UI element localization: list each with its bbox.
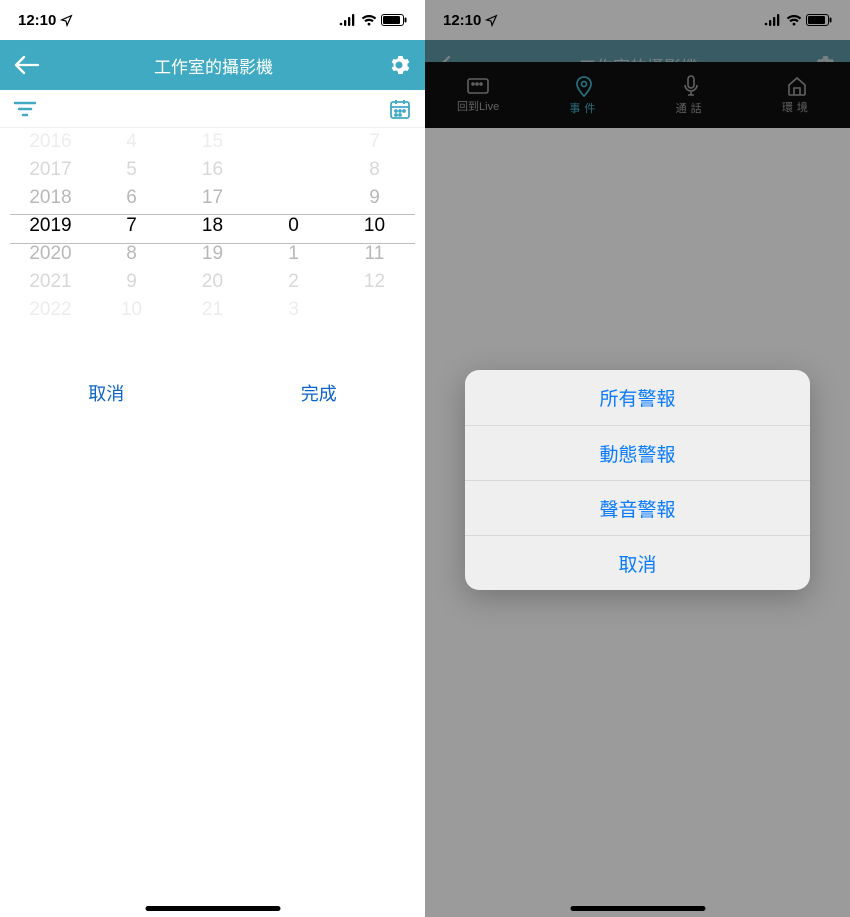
picker-cell (253, 184, 334, 212)
picker-cell: 1 (253, 240, 334, 268)
picker-cell: 9 (334, 184, 415, 212)
picker-cell: 12 (334, 268, 415, 296)
action-sheet-option[interactable]: 動態警報 (465, 425, 810, 480)
picker-cell: 2020 (10, 240, 91, 268)
gear-icon[interactable] (387, 53, 411, 77)
picker-cell: 17 (172, 184, 253, 212)
page-title: 工作室的攝影機 (40, 53, 387, 78)
picker-col-minute[interactable]: 789101112 (334, 128, 415, 330)
picker-cell: 21 (172, 296, 253, 324)
signal-icon (339, 14, 357, 26)
wifi-icon (361, 14, 377, 26)
picker-cell (253, 156, 334, 184)
picker-cell: 10 (91, 296, 172, 324)
home-indicator[interactable] (145, 906, 280, 911)
picker-cell: 8 (91, 240, 172, 268)
picker-cell: 6 (91, 184, 172, 212)
picker-cell: 15 (172, 128, 253, 156)
picker-cell: 3 (253, 296, 334, 324)
phone-left: 12:10 工作室的攝影機 20162017201820192020202120… (0, 0, 425, 917)
action-sheet-option[interactable]: 所有警報 (465, 370, 810, 425)
picker-cell: 4 (91, 128, 172, 156)
picker-cell (253, 128, 334, 156)
picker-col-year[interactable]: 2016201720182019202020212022 (10, 128, 91, 330)
picker-cell: 7 (91, 212, 172, 240)
filter-icon[interactable] (14, 100, 36, 118)
status-bar: 12:10 (0, 0, 425, 40)
cancel-button[interactable]: 取消 (88, 380, 124, 406)
location-icon (60, 14, 73, 27)
picker-cell: 2019 (10, 212, 91, 240)
nav-header: 工作室的攝影機 (0, 40, 425, 90)
picker-cell: 2021 (10, 268, 91, 296)
picker-cell: 20 (172, 268, 253, 296)
calendar-icon[interactable] (389, 98, 411, 120)
picker-cell: 7 (334, 128, 415, 156)
action-sheet: 所有警報動態警報聲音警報取消 (465, 370, 810, 590)
filter-bar (0, 90, 425, 128)
phone-right: 12:10 工作室的攝影機 聲音警報23:50 (425, 0, 850, 917)
home-indicator[interactable] (570, 906, 705, 911)
datetime-picker[interactable]: 2016201720182019202020212022456789101516… (10, 128, 415, 330)
picker-cell: 10 (334, 212, 415, 240)
picker-cell: 16 (172, 156, 253, 184)
action-sheet-option[interactable]: 聲音警報 (465, 480, 810, 535)
picker-cell: 18 (172, 212, 253, 240)
picker-col-month[interactable]: 45678910 (91, 128, 172, 330)
picker-cell: 2017 (10, 156, 91, 184)
picker-cell (334, 296, 415, 324)
picker-col-day[interactable]: 15161718192021 (172, 128, 253, 330)
picker-col-hour[interactable]: 0123 (253, 128, 334, 330)
status-time: 12:10 (18, 12, 56, 29)
picker-cell: 2022 (10, 296, 91, 324)
action-sheet-cancel[interactable]: 取消 (465, 535, 810, 590)
picker-actions: 取消 完成 (0, 380, 425, 406)
battery-icon (381, 14, 407, 26)
picker-cell: 0 (253, 212, 334, 240)
picker-cell: 2018 (10, 184, 91, 212)
back-icon[interactable] (14, 54, 40, 76)
done-button[interactable]: 完成 (301, 380, 337, 406)
picker-cell: 2016 (10, 128, 91, 156)
picker-cell: 5 (91, 156, 172, 184)
picker-cell: 2 (253, 268, 334, 296)
picker-cell: 9 (91, 268, 172, 296)
picker-cell: 19 (172, 240, 253, 268)
picker-cell: 11 (334, 240, 415, 268)
picker-cell: 8 (334, 156, 415, 184)
